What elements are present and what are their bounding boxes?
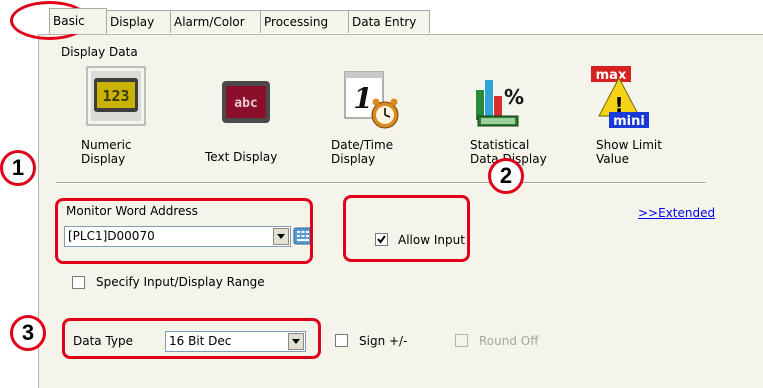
data-type-highlight — [62, 318, 321, 359]
extended-link[interactable]: >>Extended — [638, 206, 715, 220]
monitor-address-highlight — [55, 198, 313, 264]
round-off-label: Round Off — [479, 334, 539, 348]
svg-text:mini: mini — [613, 114, 645, 128]
text-display-label: Text Display — [205, 150, 278, 164]
date-time-display-icon[interactable]: 1 — [343, 70, 403, 130]
svg-text:%: % — [504, 85, 524, 109]
callout-2: 2 — [488, 158, 524, 194]
callout-1: 1 — [0, 150, 36, 186]
tab-processing[interactable]: Processing — [260, 10, 350, 33]
callout-3: 3 — [10, 315, 46, 351]
statistical-display-icon[interactable]: % — [472, 74, 528, 130]
svg-text:max: max — [596, 68, 627, 83]
tab-basic[interactable]: Basic — [49, 8, 107, 34]
specify-range-label: Specify Input/Display Range — [96, 275, 265, 289]
sign-checkbox[interactable] — [335, 334, 348, 347]
section-divider — [56, 182, 706, 184]
tab-display[interactable]: Display — [106, 10, 172, 33]
display-data-heading: Display Data — [61, 45, 138, 59]
svg-text:123: 123 — [102, 87, 129, 105]
svg-text:abc: abc — [234, 96, 257, 111]
numeric-display-icon[interactable]: 123 — [86, 66, 146, 126]
allow-input-highlight — [343, 195, 470, 262]
tab-data-entry[interactable]: Data Entry — [348, 10, 430, 33]
round-off-checkbox[interactable] — [455, 334, 468, 347]
sign-label: Sign +/- — [359, 334, 408, 348]
specify-range-checkbox[interactable] — [72, 276, 85, 289]
show-limit-value-label: Show Limit Value — [596, 138, 662, 166]
numeric-display-label: Numeric Display — [81, 138, 132, 166]
svg-text:1: 1 — [353, 82, 372, 115]
tab-alarm-color[interactable]: Alarm/Color — [170, 10, 262, 33]
show-limit-value-icon[interactable]: max ! mini — [589, 66, 649, 129]
date-time-display-label: Date/Time Display — [331, 138, 394, 166]
text-display-icon[interactable]: abc — [220, 77, 272, 129]
